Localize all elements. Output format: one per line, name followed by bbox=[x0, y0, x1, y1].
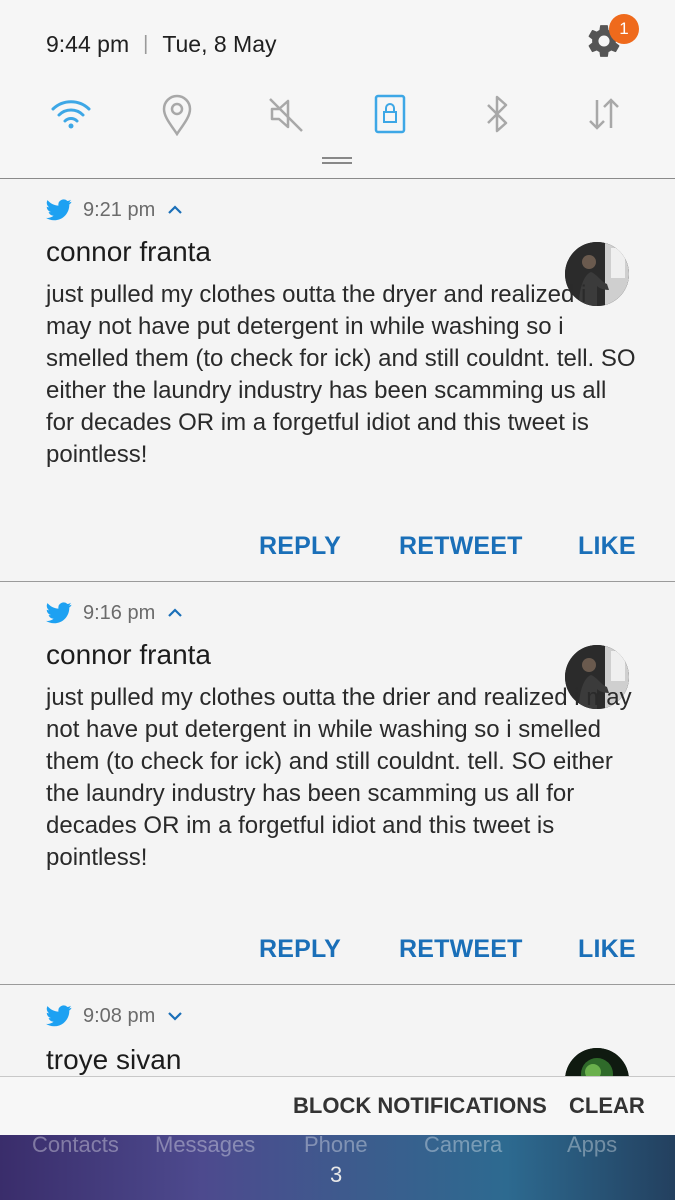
home-label-apps: Apps bbox=[567, 1132, 618, 1157]
notification-time: 9:21 pm bbox=[83, 198, 156, 221]
notification-meta: 9:21 pm bbox=[46, 196, 183, 224]
sound-muted-icon[interactable] bbox=[260, 88, 312, 140]
date: Tue, 8 May bbox=[162, 30, 277, 57]
reply-button[interactable]: REPLY bbox=[259, 532, 341, 561]
chevron-up-icon[interactable] bbox=[167, 605, 183, 621]
retweet-button[interactable]: RETWEET bbox=[399, 935, 523, 964]
like-button[interactable]: LIKE bbox=[578, 935, 636, 964]
home-label-phone: Phone bbox=[304, 1132, 368, 1157]
retweet-button[interactable]: RETWEET bbox=[399, 532, 523, 561]
quick-settings-icons bbox=[0, 88, 675, 140]
home-label-messages: Messages bbox=[155, 1132, 256, 1157]
status-separator: | bbox=[143, 32, 149, 55]
avatar bbox=[565, 1048, 629, 1076]
twitter-bird-icon bbox=[46, 1005, 72, 1027]
notification-card[interactable]: 9:16 pm connor franta just pulled my clo… bbox=[0, 582, 675, 984]
notification-author: connor franta bbox=[46, 639, 211, 670]
wifi-icon[interactable] bbox=[45, 88, 97, 140]
home-screen-strip: Contacts Messages Phone Camera Apps 3 bbox=[0, 1132, 675, 1200]
notification-meta: 9:08 pm bbox=[46, 1002, 183, 1030]
shade-bottom-bar: BLOCK NOTIFICATIONS CLEAR bbox=[0, 1076, 675, 1135]
twitter-bird-icon bbox=[46, 199, 72, 221]
notification-meta: 9:16 pm bbox=[46, 599, 183, 627]
notification-time: 9:16 pm bbox=[83, 601, 156, 624]
notification-shade: Contacts Messages Phone Camera Apps 3 9:… bbox=[0, 0, 675, 1200]
notification-author: connor franta bbox=[46, 236, 211, 267]
notification-card[interactable]: 9:21 pm connor franta just pulled my clo… bbox=[0, 179, 675, 581]
notification-text: just pulled my clothes outta the drier a… bbox=[46, 684, 632, 871]
clock: 9:44 pm bbox=[46, 30, 130, 57]
settings-badge: 1 bbox=[609, 14, 639, 44]
notification-time: 9:08 pm bbox=[83, 1004, 156, 1027]
notification-actions: REPLY RETWEET LIKE bbox=[0, 532, 675, 572]
notification-text: just pulled my clothes outta the dryer a… bbox=[46, 281, 636, 468]
drag-handle[interactable] bbox=[322, 157, 352, 164]
twitter-bird-icon bbox=[46, 602, 72, 624]
notification-card[interactable]: 9:08 pm troye sivan bbox=[0, 985, 675, 1076]
data-transfer-icon[interactable] bbox=[578, 88, 630, 140]
notification-actions: REPLY RETWEET LIKE bbox=[0, 935, 675, 975]
home-label-contacts: Contacts bbox=[32, 1132, 119, 1157]
chevron-up-icon[interactable] bbox=[167, 202, 183, 218]
like-button[interactable]: LIKE bbox=[578, 532, 636, 561]
reply-button[interactable]: REPLY bbox=[259, 935, 341, 964]
location-icon[interactable] bbox=[151, 88, 203, 140]
home-label-camera: Camera bbox=[424, 1132, 503, 1157]
block-notifications-button[interactable]: BLOCK NOTIFICATIONS bbox=[293, 1093, 547, 1119]
clear-button[interactable]: CLEAR bbox=[569, 1093, 645, 1119]
screen-lock-icon[interactable] bbox=[364, 88, 416, 140]
notification-author: troye sivan bbox=[46, 1044, 182, 1075]
status-row: 9:44 pm | Tue, 8 May bbox=[46, 28, 277, 60]
chevron-down-icon[interactable] bbox=[167, 1008, 183, 1024]
quick-settings-panel: 9:44 pm | Tue, 8 May 1 bbox=[0, 0, 675, 178]
bluetooth-icon[interactable] bbox=[471, 88, 523, 140]
home-page-number: 3 bbox=[330, 1162, 343, 1187]
